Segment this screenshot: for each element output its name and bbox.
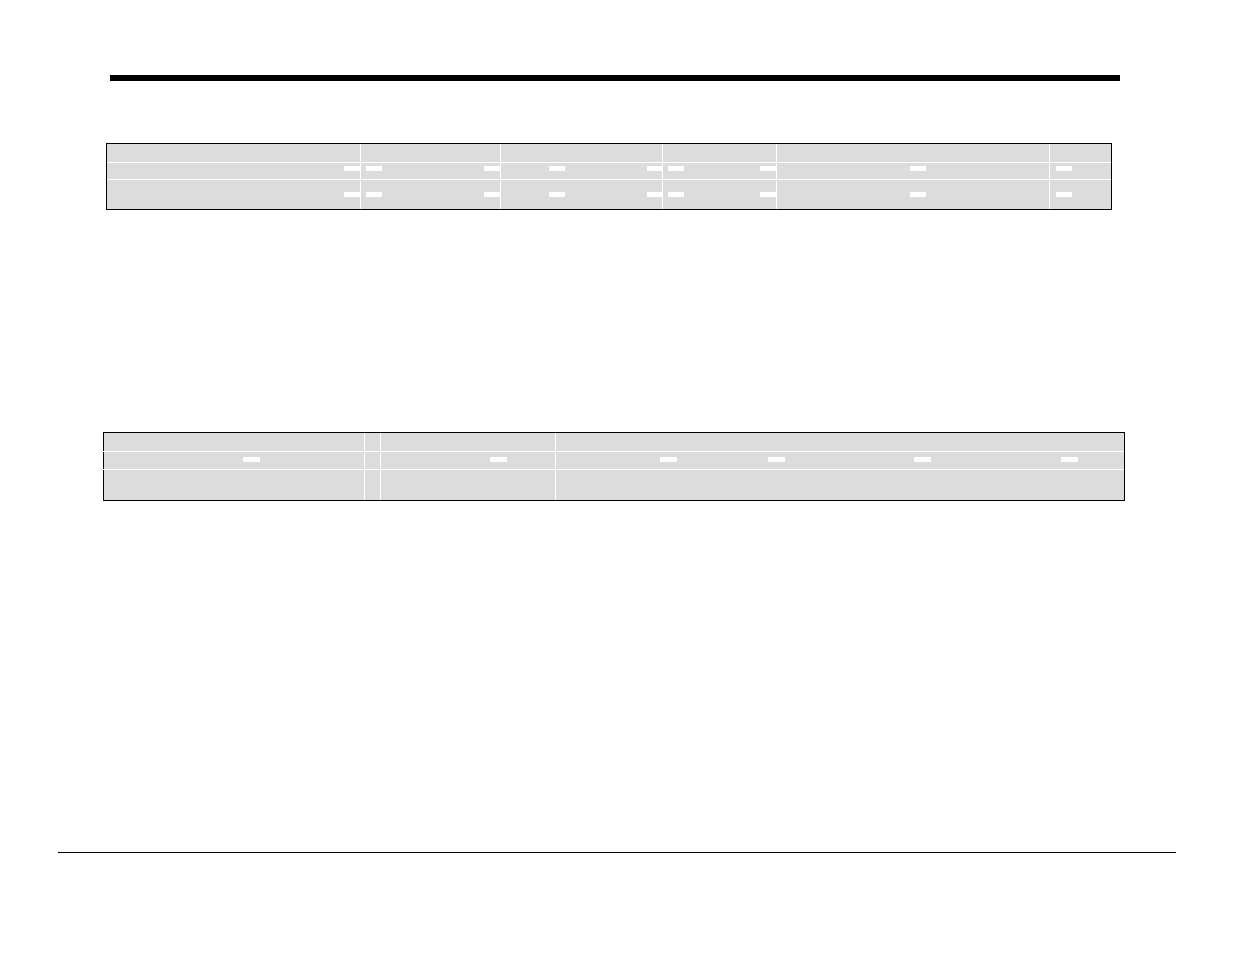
table-2-cell bbox=[1061, 457, 1078, 462]
table-1-col-divider bbox=[360, 144, 361, 209]
table-1-cell bbox=[910, 166, 926, 171]
table-2-col-divider bbox=[364, 433, 365, 500]
table-1-cell bbox=[760, 192, 776, 197]
table-2-row-divider bbox=[103, 469, 1124, 470]
table-1-cell bbox=[484, 192, 500, 197]
table-2-cell bbox=[914, 457, 931, 462]
table-1-cell bbox=[1056, 192, 1072, 197]
table-1-cell bbox=[484, 166, 500, 171]
table-1-cell bbox=[1056, 166, 1072, 171]
table-2-col-divider bbox=[555, 433, 556, 500]
bottom-horizontal-rule bbox=[58, 852, 1176, 853]
table-1-cell bbox=[647, 192, 663, 197]
table-1-col-divider bbox=[776, 144, 777, 209]
table-1-cell bbox=[549, 166, 565, 171]
table-2-cell bbox=[243, 457, 260, 462]
table-2-left-border bbox=[103, 433, 104, 500]
table-1-cell bbox=[760, 166, 776, 171]
table-1-cell bbox=[910, 192, 926, 197]
table-1-col-divider bbox=[1049, 144, 1050, 209]
table-1-col-divider bbox=[662, 144, 663, 209]
table-1-cell bbox=[366, 166, 382, 171]
table-1 bbox=[106, 143, 1112, 210]
table-1-row-divider bbox=[107, 179, 1111, 180]
table-1-cell bbox=[668, 166, 684, 171]
table-1-cell bbox=[549, 192, 565, 197]
table-1-col-divider bbox=[500, 144, 501, 209]
table-1-cell bbox=[647, 166, 663, 171]
table-1-cell bbox=[344, 166, 360, 171]
table-2-cell bbox=[490, 457, 507, 462]
table-1-row-divider bbox=[107, 162, 1111, 163]
table-1-cell bbox=[366, 192, 382, 197]
table-1-cell bbox=[668, 192, 684, 197]
table-2-row-divider bbox=[103, 451, 1124, 452]
table-2-cell bbox=[768, 457, 785, 462]
table-1-cell bbox=[344, 192, 360, 197]
table-2-cell bbox=[660, 457, 677, 462]
top-horizontal-rule bbox=[110, 75, 1120, 81]
table-2-col-divider bbox=[380, 433, 381, 500]
document-page bbox=[0, 0, 1235, 954]
table-2 bbox=[103, 432, 1125, 501]
